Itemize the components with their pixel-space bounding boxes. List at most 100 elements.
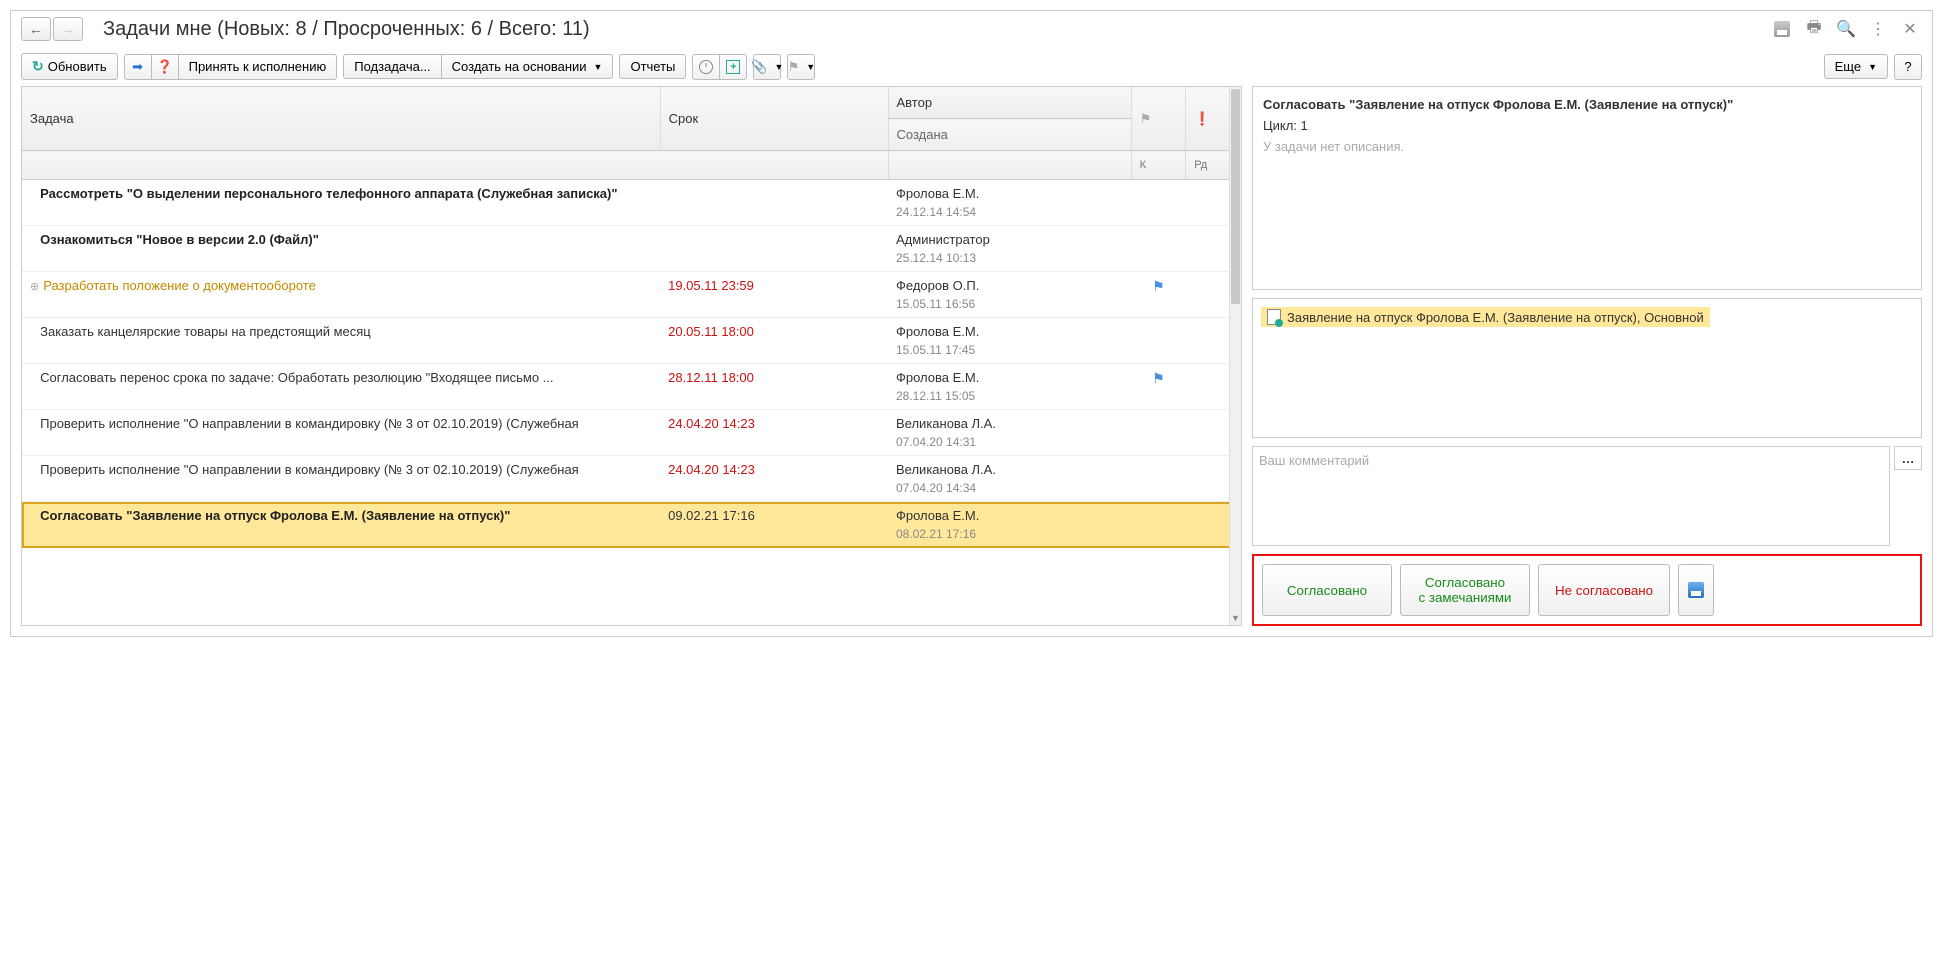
scroll-down-arrow[interactable]: ▼ bbox=[1230, 611, 1241, 625]
clock-icon bbox=[699, 60, 713, 74]
reject-button[interactable]: Не согласовано bbox=[1538, 564, 1670, 616]
task-row[interactable]: Проверить исполнение "О направлении в ко… bbox=[22, 410, 1241, 456]
save-button[interactable] bbox=[1678, 564, 1714, 616]
task-flag-cell bbox=[1131, 318, 1186, 364]
task-due: 28.12.11 18:00 bbox=[660, 364, 888, 410]
task-title: Согласовать "Заявление на отпуск Фролова… bbox=[40, 508, 510, 523]
task-author: Фролова Е.М.28.12.11 15:05 bbox=[888, 364, 1131, 410]
col-flag[interactable]: ⚑ bbox=[1131, 87, 1186, 151]
chevron-down-icon: ▼ bbox=[806, 62, 815, 72]
save-icon[interactable] bbox=[1770, 19, 1794, 39]
attachment-label: Заявление на отпуск Фролова Е.М. (Заявле… bbox=[1287, 310, 1704, 325]
attachment-box: Заявление на отпуск Фролова Е.М. (Заявле… bbox=[1252, 298, 1922, 438]
task-row[interactable]: Заказать канцелярские товары на предстоя… bbox=[22, 318, 1241, 364]
help-label: ? bbox=[1904, 59, 1911, 74]
help-button[interactable]: ? bbox=[1894, 54, 1922, 80]
task-due bbox=[660, 226, 888, 272]
vertical-scrollbar[interactable]: ▲ ▼ bbox=[1229, 87, 1241, 625]
task-row[interactable]: Согласовать перенос срока по задаче: Обр… bbox=[22, 364, 1241, 410]
header-row-1: Задача Срок Автор ⚑ ❗ bbox=[22, 87, 1241, 119]
subtask-button[interactable]: Подзадача... bbox=[343, 54, 441, 79]
refresh-button[interactable]: ↻Обновить bbox=[21, 53, 118, 80]
action-row: Согласовано Согласовано с замечаниями Не… bbox=[1252, 554, 1922, 626]
task-row[interactable]: Рассмотреть "О выделении персонального т… bbox=[22, 180, 1241, 226]
print-icon[interactable]: 🖶 bbox=[1802, 19, 1826, 39]
document-icon bbox=[1267, 309, 1281, 325]
detail-panel: Согласовать "Заявление на отпуск Фролова… bbox=[1252, 86, 1922, 626]
more-button[interactable]: Еще▼ bbox=[1824, 54, 1888, 79]
detail-description: У задачи нет описания. bbox=[1263, 139, 1911, 279]
task-created: 15.05.11 17:45 bbox=[896, 343, 1123, 357]
scrollbar-thumb[interactable] bbox=[1231, 89, 1240, 304]
forward-button[interactable]: → bbox=[53, 17, 83, 41]
approve-with-notes-button[interactable]: Согласовано с замечаниями bbox=[1400, 564, 1530, 616]
task-author: Фролова Е.М.24.12.14 14:54 bbox=[888, 180, 1131, 226]
approve-notes-line2: с замечаниями bbox=[1417, 590, 1513, 605]
task-title: Заказать канцелярские товары на предстоя… bbox=[40, 324, 371, 339]
task-row[interactable]: ⊕ Разработать положение о документооборот… bbox=[22, 272, 1241, 318]
approve-button[interactable]: Согласовано bbox=[1262, 564, 1392, 616]
preview-icon[interactable]: 🔍 bbox=[1834, 19, 1858, 39]
task-author: Фролова Е.М.15.05.11 17:45 bbox=[888, 318, 1131, 364]
accept-label: Принять к исполнению bbox=[189, 59, 327, 74]
task-list-panel: Задача Срок Автор ⚑ ❗ Создана К Рд bbox=[21, 86, 1242, 626]
col-author[interactable]: Автор bbox=[888, 87, 1131, 119]
menu-dots-icon[interactable]: ⋮ bbox=[1866, 19, 1890, 39]
task-due: 24.04.20 14:23 bbox=[660, 410, 888, 456]
toolbar: ↻Обновить ➡ ❓ Принять к исполнению Подза… bbox=[11, 47, 1932, 86]
nav-buttons: ← → bbox=[21, 17, 83, 41]
task-flag-cell bbox=[1131, 180, 1186, 226]
task-table: Задача Срок Автор ⚑ ❗ Создана К Рд bbox=[22, 87, 1241, 548]
approve-label: Согласовано bbox=[1287, 583, 1367, 598]
task-row[interactable]: Ознакомиться "Новое в версии 2.0 (Файл)"… bbox=[22, 226, 1241, 272]
create-based-button[interactable]: Создать на основании▼ bbox=[441, 54, 614, 79]
task-title: Согласовать перенос срока по задаче: Обр… bbox=[40, 370, 553, 385]
comment-expand-button[interactable]: … bbox=[1894, 446, 1922, 470]
attachment-item[interactable]: Заявление на отпуск Фролова Е.М. (Заявле… bbox=[1261, 307, 1710, 327]
approve-notes-line1: Согласовано bbox=[1417, 575, 1513, 590]
attachment-button[interactable]: 📎▼ bbox=[753, 54, 781, 80]
col-task[interactable]: Задача bbox=[22, 87, 660, 151]
col-k-label[interactable]: К bbox=[1131, 151, 1186, 180]
task-flag-cell bbox=[1131, 410, 1186, 456]
task-due: 09.02.21 17:16 bbox=[660, 502, 888, 548]
header-kr-row: К Рд bbox=[22, 151, 1241, 180]
task-created: 24.12.14 14:54 bbox=[896, 205, 1123, 219]
task-created: 25.12.14 10:13 bbox=[896, 251, 1123, 265]
flag-icon: ⚑ bbox=[788, 59, 800, 75]
paperclip-icon: 📎 bbox=[751, 59, 767, 75]
comment-row: Ваш комментарий … bbox=[1252, 446, 1922, 546]
subtask-label: Подзадача... bbox=[354, 59, 430, 74]
close-icon[interactable]: ✕ bbox=[1898, 19, 1922, 39]
accept-button[interactable]: Принять к исполнению bbox=[178, 54, 338, 80]
chevron-down-icon: ▼ bbox=[1868, 62, 1877, 72]
clock-button[interactable] bbox=[692, 54, 720, 80]
detail-header-box: Согласовать "Заявление на отпуск Фролова… bbox=[1252, 86, 1922, 290]
col-due[interactable]: Срок bbox=[660, 87, 888, 151]
flag-button[interactable]: ⚑▼ bbox=[787, 54, 815, 80]
task-scroll-area[interactable]: Задача Срок Автор ⚑ ❗ Создана К Рд bbox=[22, 87, 1241, 625]
question-button[interactable]: ❓ bbox=[151, 54, 179, 80]
disk-icon bbox=[1688, 582, 1704, 598]
task-title: Разработать положение о документообороте bbox=[43, 278, 316, 293]
window-title: Задачи мне (Новых: 8 / Просроченных: 6 /… bbox=[103, 18, 1770, 41]
add-button[interactable]: + bbox=[719, 54, 747, 80]
task-row[interactable]: Согласовать "Заявление на отпуск Фролова… bbox=[22, 502, 1241, 548]
task-due: 24.04.20 14:23 bbox=[660, 456, 888, 502]
task-created: 07.04.20 14:31 bbox=[896, 435, 1123, 449]
back-button[interactable]: ← bbox=[21, 17, 51, 41]
expander-icon[interactable]: ⊕ bbox=[30, 281, 39, 293]
task-created: 08.02.21 17:16 bbox=[896, 527, 1123, 541]
task-title: Рассмотреть "О выделении персонального т… bbox=[40, 186, 617, 201]
exclamation-icon: ❗ bbox=[1194, 111, 1210, 126]
reports-button[interactable]: Отчеты bbox=[619, 54, 686, 79]
start-task-button[interactable]: ➡ bbox=[124, 54, 152, 80]
comment-input[interactable]: Ваш комментарий bbox=[1252, 446, 1890, 546]
task-author: Федоров О.П.15.05.11 16:56 bbox=[888, 272, 1131, 318]
task-title: Ознакомиться "Новое в версии 2.0 (Файл)" bbox=[40, 232, 319, 247]
detail-cycle: Цикл: 1 bbox=[1263, 118, 1911, 133]
task-flag-cell bbox=[1131, 502, 1186, 548]
task-row[interactable]: Проверить исполнение "О направлении в ко… bbox=[22, 456, 1241, 502]
col-created[interactable]: Создана bbox=[888, 119, 1131, 151]
task-created: 15.05.11 16:56 bbox=[896, 297, 1123, 311]
